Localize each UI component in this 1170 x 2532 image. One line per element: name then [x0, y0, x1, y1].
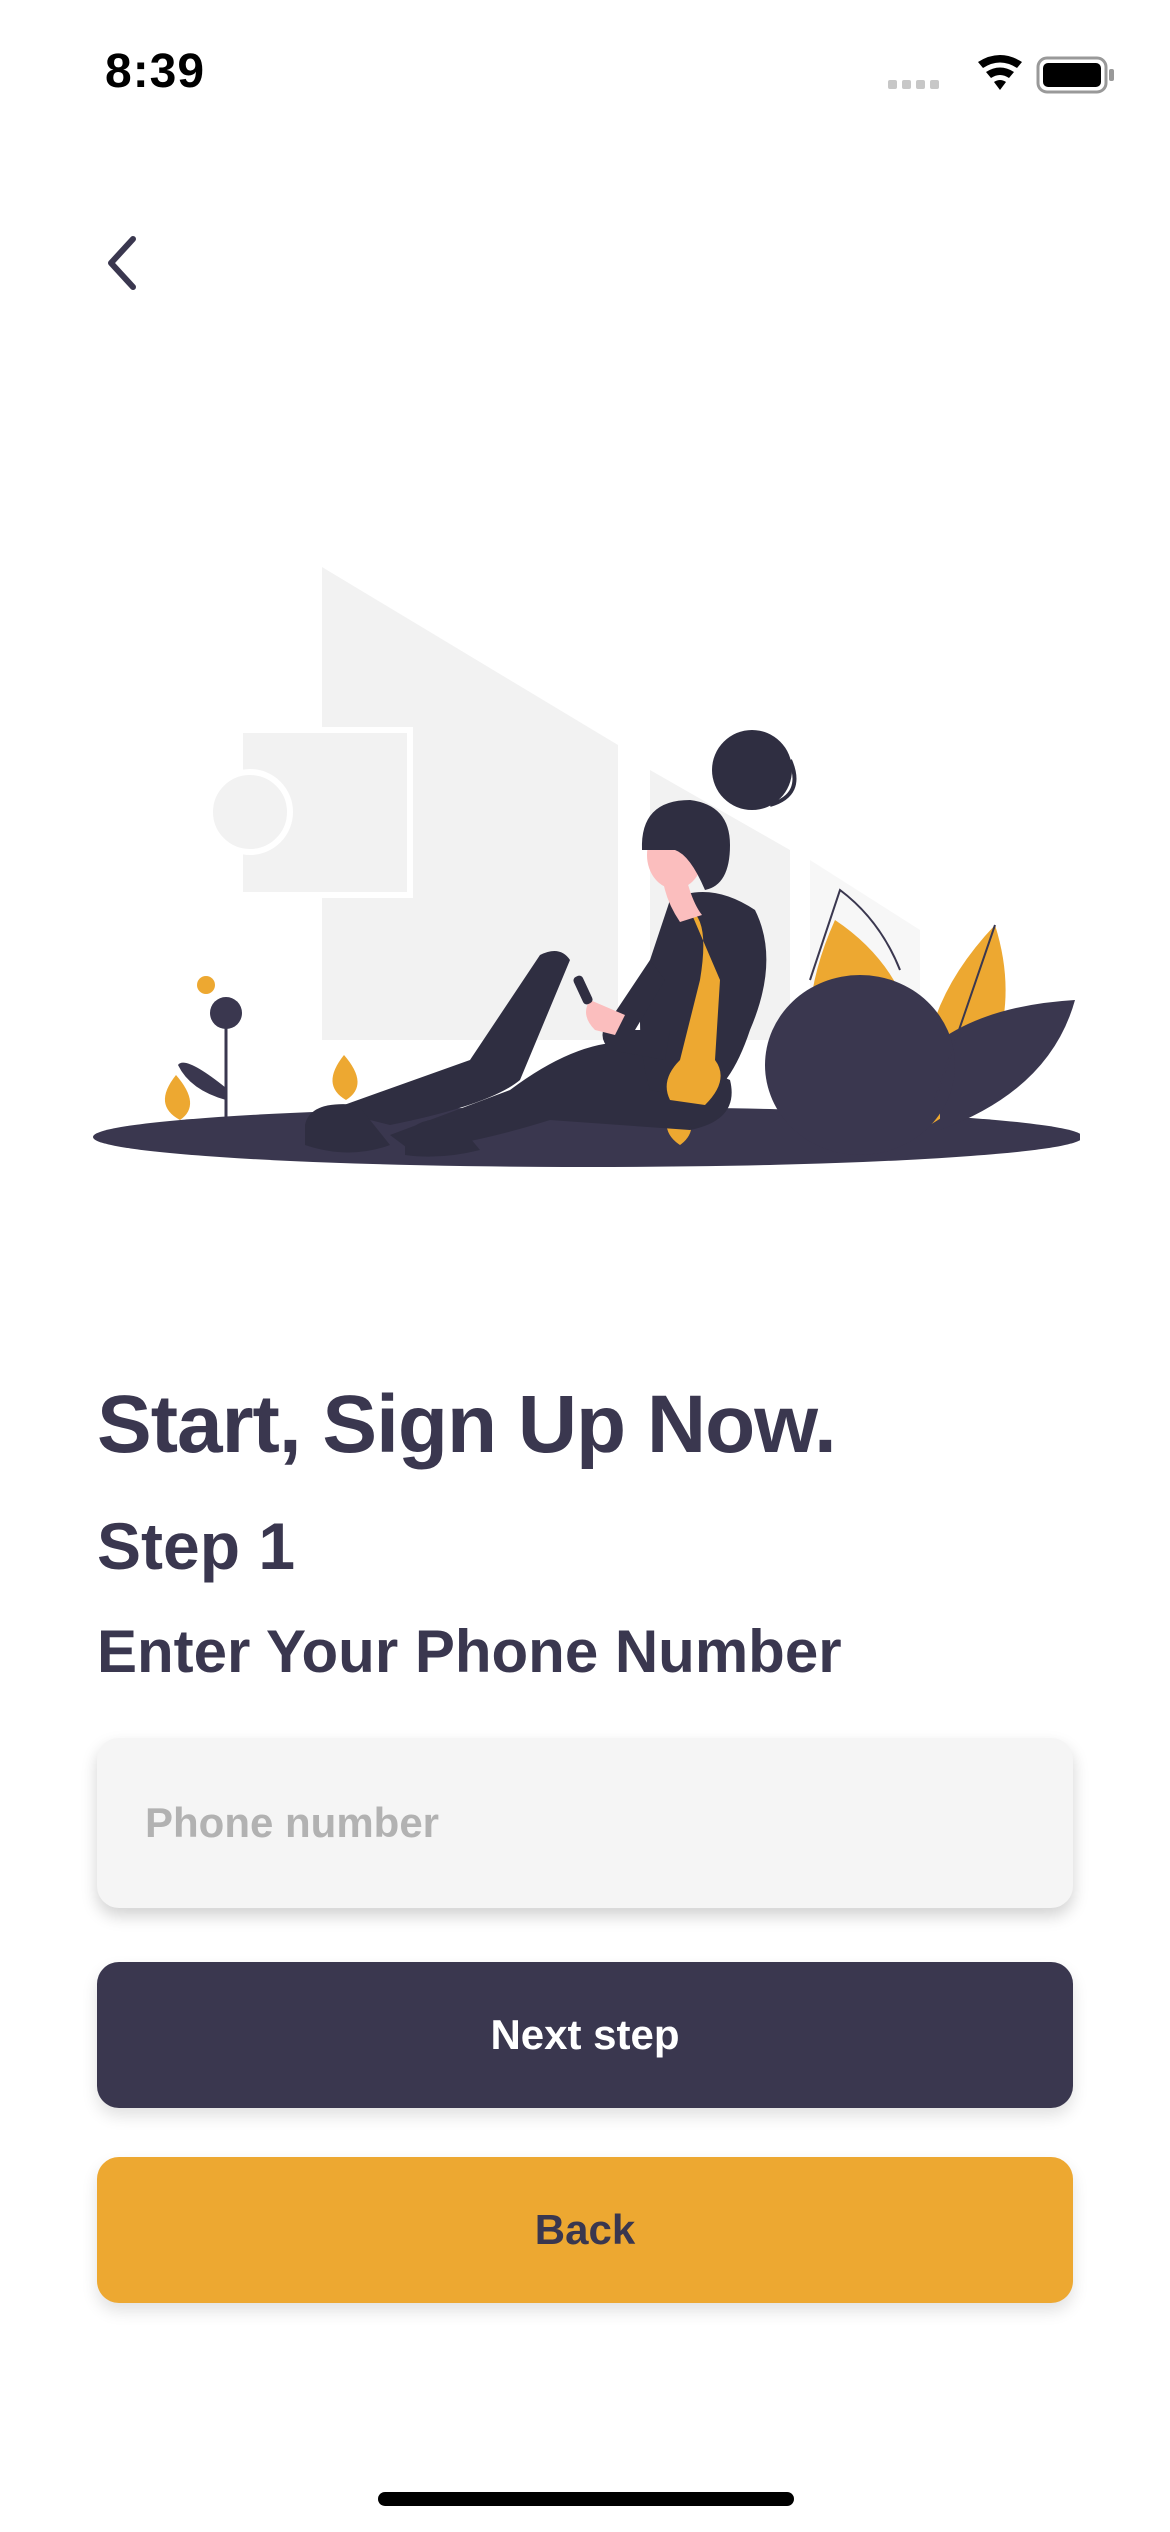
phone-number-input[interactable] — [97, 1738, 1073, 1908]
status-icons — [888, 55, 1114, 94]
battery-icon — [1036, 56, 1114, 94]
back-nav-button[interactable] — [92, 228, 152, 298]
wifi-icon — [978, 55, 1022, 90]
chevron-left-icon — [108, 236, 136, 290]
next-step-button[interactable]: Next step — [97, 1962, 1073, 2108]
home-indicator[interactable] — [378, 2492, 794, 2506]
step-instruction: Enter Your Phone Number — [97, 1618, 842, 1685]
cellular-signal-icon — [888, 80, 939, 89]
signup-illustration — [93, 567, 1080, 1167]
step-label: Step 1 — [97, 1509, 296, 1583]
status-bar: 8:39 — [0, 0, 1170, 150]
status-time: 8:39 — [105, 45, 206, 98]
page-headline: Start, Sign Up Now. — [97, 1379, 837, 1470]
back-button[interactable]: Back — [97, 2157, 1073, 2303]
